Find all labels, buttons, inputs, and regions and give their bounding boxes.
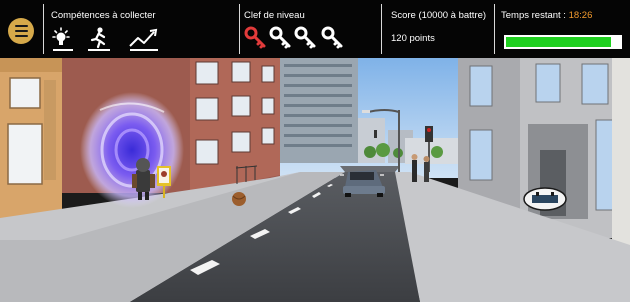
portal-icon[interactable] (80, 92, 184, 208)
menu-button[interactable] (8, 18, 34, 44)
key-icon-white (321, 26, 343, 52)
skills-label: Compétences à collecter (51, 10, 156, 21)
score-value: 120 points (391, 33, 435, 44)
hud-divider (43, 4, 44, 54)
ball[interactable] (232, 192, 246, 206)
hud-divider (494, 4, 495, 54)
growth-chart-icon (128, 26, 162, 54)
time-remaining-bar (504, 35, 622, 49)
hud-divider (381, 4, 382, 54)
running-figure-icon (86, 26, 114, 54)
hamburger-menu-icon (14, 25, 28, 37)
hud-divider (239, 4, 240, 54)
time-remaining-text: Temps restant : (501, 10, 569, 21)
time-remaining-bar-fill (506, 37, 611, 47)
key-icon-red (244, 26, 266, 52)
key-icon-white (294, 26, 316, 52)
level-keys-label: Clef de niveau (244, 10, 305, 21)
time-remaining-label: Temps restant : 18:26 (501, 10, 592, 21)
idea-icon (50, 26, 78, 54)
key-icon-white (269, 26, 291, 52)
hovering-drone-icon[interactable] (523, 187, 567, 211)
time-remaining-value: 18:26 (568, 10, 593, 21)
score-label: Score (10000 à battre) (391, 10, 487, 21)
game-hud: Compétences à collecter Clef de niveau S… (0, 0, 630, 58)
